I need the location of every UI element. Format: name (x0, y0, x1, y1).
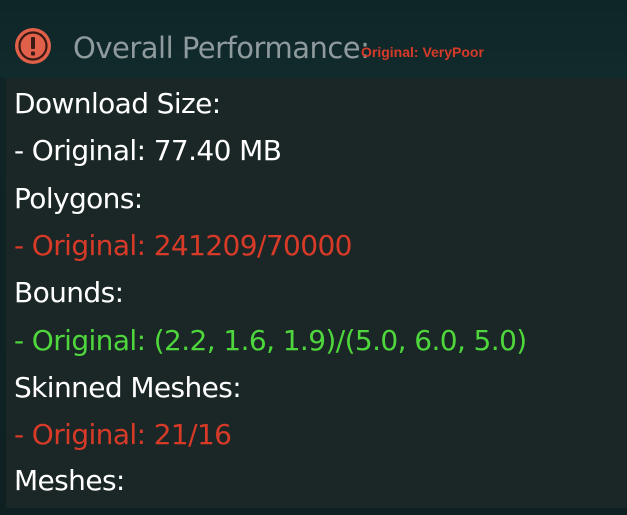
exclamation-circle-icon (15, 28, 51, 64)
polygons-label: Polygons: (14, 182, 143, 215)
performance-panel: Overall Performance: Original: VeryPoor … (0, 0, 627, 515)
bounds-value: - Original: (2.2, 1.6, 1.9)/(5.0, 6.0, 5… (14, 324, 527, 357)
download-size-label: Download Size: (14, 87, 221, 120)
stats-list: Download Size: - Original: 77.40 MB Poly… (6, 78, 627, 508)
download-size-value: - Original: 77.40 MB (14, 134, 282, 167)
overall-performance-rating: Original: VeryPoor (361, 44, 484, 60)
panel-header: Overall Performance: Original: VeryPoor (0, 0, 627, 78)
skinned-meshes-label: Skinned Meshes: (14, 371, 242, 404)
polygons-value: - Original: 241209/70000 (14, 229, 353, 262)
meshes-label: Meshes: (14, 464, 125, 497)
overall-performance-title: Overall Performance: (73, 31, 370, 65)
bounds-label: Bounds: (14, 276, 124, 309)
skinned-meshes-value: - Original: 21/16 (14, 418, 232, 451)
